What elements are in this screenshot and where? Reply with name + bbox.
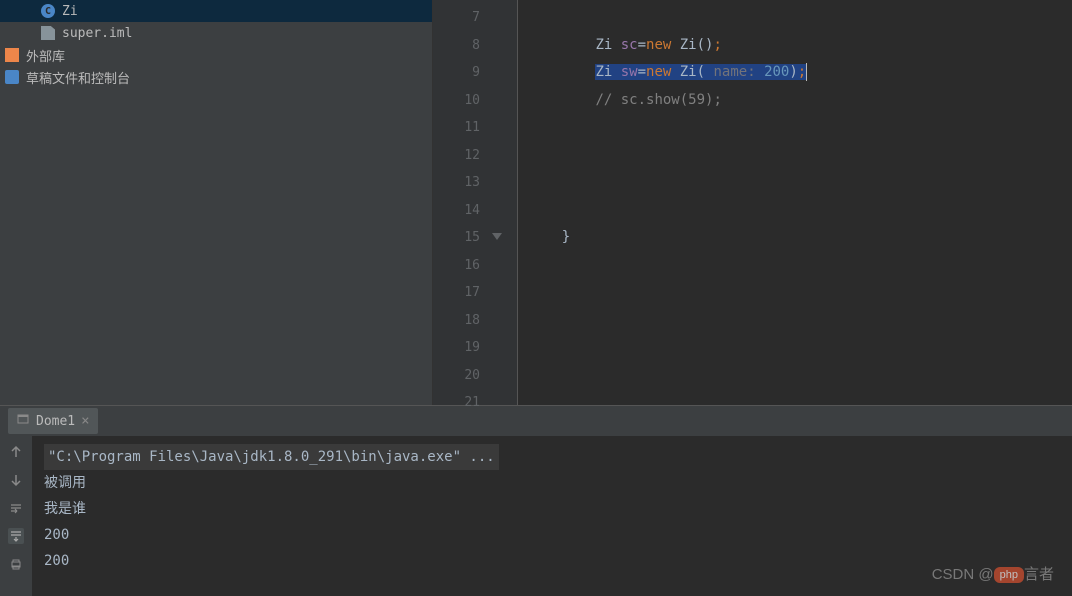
tree-item-scratches[interactable]: 草稿文件和控制台: [0, 66, 432, 88]
console-tabs-bar: Dome1 ×: [0, 406, 1072, 436]
code-line-17: [528, 279, 1072, 307]
tree-item-label: 草稿文件和控制台: [26, 68, 130, 87]
code-line-19: [528, 334, 1072, 362]
output-line: 200: [44, 522, 1060, 548]
code-line-16: [528, 252, 1072, 280]
code-line-10: // sc.show(59);: [528, 87, 1072, 115]
run-console: Dome1 × "C:\Program Files\Java\jdk1.8.0_…: [0, 405, 1072, 596]
file-icon: [40, 25, 56, 41]
console-tab-label: Dome1: [36, 414, 75, 429]
code-line-14: [528, 197, 1072, 225]
code-line-15: }: [528, 224, 1072, 252]
code-line-9: Zi sw=new Zi( name: 200);: [528, 59, 1072, 87]
tree-item-label: 外部库: [26, 46, 65, 65]
project-sidebar: C Zi super.iml 外部库 草稿文件和控制台: [0, 0, 433, 405]
tree-item-class[interactable]: C Zi: [0, 0, 432, 22]
code-content[interactable]: Zi sc=new Zi(); Zi sw=new Zi( name: 200)…: [518, 0, 1072, 405]
output-line: 200: [44, 548, 1060, 574]
console-output[interactable]: "C:\Program Files\Java\jdk1.8.0_291\bin\…: [32, 436, 1072, 596]
console-tab[interactable]: Dome1 ×: [8, 408, 98, 434]
run-config-icon: [16, 412, 30, 430]
fold-column: [488, 0, 518, 405]
scratch-icon: [4, 69, 20, 85]
output-line: 被调用: [44, 470, 1060, 496]
close-icon[interactable]: ×: [81, 413, 89, 429]
code-line-7: [528, 4, 1072, 32]
lib-icon: [4, 47, 20, 63]
code-line-8: Zi sc=new Zi();: [528, 32, 1072, 60]
down-arrow-icon[interactable]: [8, 472, 24, 488]
code-editor[interactable]: 789101112131415161718192021 Zi sc=new Zi…: [433, 0, 1072, 405]
tree-item-external-libs[interactable]: 外部库: [0, 44, 432, 66]
code-line-20: [528, 362, 1072, 390]
code-line-11: [528, 114, 1072, 142]
code-line-18: [528, 307, 1072, 335]
line-number-gutter: 789101112131415161718192021: [433, 0, 488, 405]
code-line-12: [528, 142, 1072, 170]
tree-item-label: super.iml: [62, 26, 132, 41]
fold-marker-icon[interactable]: [492, 232, 502, 242]
code-line-13: [528, 169, 1072, 197]
output-line: "C:\Program Files\Java\jdk1.8.0_291\bin\…: [44, 444, 499, 470]
console-toolbar: [0, 436, 32, 596]
watermark: CSDN @php言者: [932, 563, 1054, 584]
scroll-end-icon[interactable]: [8, 528, 24, 544]
tree-item-label: Zi: [62, 4, 78, 19]
tree-item-file[interactable]: super.iml: [0, 22, 432, 44]
up-arrow-icon[interactable]: [8, 444, 24, 460]
output-line: 我是谁: [44, 496, 1060, 522]
print-icon[interactable]: [8, 556, 24, 572]
class-icon: C: [40, 3, 56, 19]
soft-wrap-icon[interactable]: [8, 500, 24, 516]
